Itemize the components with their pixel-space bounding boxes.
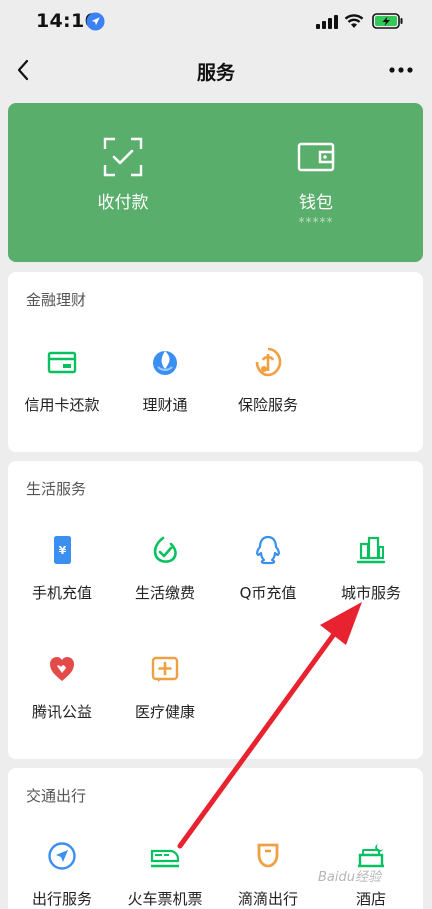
status-bar: 14:16 xyxy=(0,0,432,44)
service-travel[interactable]: 出行服务 xyxy=(10,841,114,909)
service-q-coin[interactable]: Q币充值 xyxy=(216,535,320,625)
charity-icon xyxy=(50,657,74,681)
service-label: 医疗健康 xyxy=(134,703,195,721)
life-section: 生活服务 ¥ 手机充值 生活缴费 Q币充值 城市服务 腾讯公益 医疗健康 xyxy=(8,461,423,759)
service-label: 城市服务 xyxy=(340,584,401,602)
wallet-balance-mask: ***** xyxy=(298,215,334,229)
service-medical[interactable]: 医疗健康 xyxy=(113,654,217,744)
location-arrow-icon xyxy=(86,12,105,31)
finance-section-title: 金融理财 xyxy=(26,291,87,309)
svg-text:¥: ¥ xyxy=(59,544,67,557)
travel-section: 交通出行 出行服务 火车票机票 滴滴出行 酒店 xyxy=(8,768,423,909)
medical-icon xyxy=(151,656,179,682)
service-licaitong[interactable]: 理财通 xyxy=(113,347,217,437)
navigation-icon xyxy=(48,842,76,870)
service-label: 滴滴出行 xyxy=(237,890,298,908)
service-label: 信用卡还款 xyxy=(24,396,100,414)
page-title: 服务 xyxy=(196,62,235,84)
insurance-icon xyxy=(255,347,282,377)
qq-coin-icon xyxy=(256,535,280,565)
wallet-button[interactable]: 钱包 ***** xyxy=(226,103,406,262)
service-city-service[interactable]: 城市服务 xyxy=(319,535,423,625)
scan-check-icon xyxy=(103,137,143,177)
service-insurance[interactable]: 保险服务 xyxy=(216,347,320,437)
pay-wallet-card: 收付款 钱包 ***** xyxy=(8,103,423,262)
service-didi[interactable]: 滴滴出行 xyxy=(216,841,320,909)
city-service-icon xyxy=(356,536,386,564)
collect-pay-label: 收付款 xyxy=(97,193,149,213)
collect-pay-button[interactable]: 收付款 xyxy=(33,103,213,262)
service-label: 火车票机票 xyxy=(127,890,203,908)
service-label: 手机充值 xyxy=(31,584,92,602)
credit-card-icon xyxy=(47,351,77,374)
service-label: 保险服务 xyxy=(237,396,298,414)
nav-bar: 服务 xyxy=(0,44,432,96)
service-phone-topup[interactable]: ¥ 手机充值 xyxy=(10,535,114,625)
service-label: 腾讯公益 xyxy=(31,703,92,721)
more-options-icon[interactable] xyxy=(388,66,414,74)
service-utility-bill[interactable]: 生活缴费 xyxy=(113,535,217,625)
wallet-icon xyxy=(297,142,335,172)
cellular-signal-icon xyxy=(316,15,338,29)
service-label: 理财通 xyxy=(142,396,188,414)
travel-section-title: 交通出行 xyxy=(26,787,87,805)
battery-charging-icon xyxy=(372,13,403,29)
service-train-flight[interactable]: 火车票机票 xyxy=(113,841,217,909)
service-label: Q币充值 xyxy=(239,584,297,602)
train-ticket-icon xyxy=(150,849,180,868)
phone-topup-icon: ¥ xyxy=(54,536,71,564)
watermark: Baidu经验 xyxy=(318,870,381,885)
life-section-title: 生活服务 xyxy=(26,480,87,498)
service-credit-card-repay[interactable]: 信用卡还款 xyxy=(10,347,114,437)
service-label: 酒店 xyxy=(355,890,386,908)
finance-section: 金融理财 信用卡还款 理财通 保险服务 xyxy=(8,272,423,452)
wifi-icon xyxy=(344,14,364,28)
service-label: 出行服务 xyxy=(31,890,92,908)
service-label: 生活缴费 xyxy=(134,584,195,602)
utility-bill-icon xyxy=(153,536,177,563)
didi-icon xyxy=(257,843,279,868)
service-charity[interactable]: 腾讯公益 xyxy=(10,654,114,744)
wallet-label: 钱包 xyxy=(299,193,333,213)
wealth-icon xyxy=(153,351,177,375)
